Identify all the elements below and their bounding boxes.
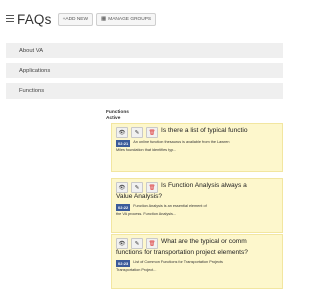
page-header: FAQs +ADD NEW ▦ MANAGE GROUPS	[6, 10, 159, 28]
view-button[interactable]: 👁	[116, 238, 128, 249]
faq-answer-cont: Transportation Project...	[116, 267, 157, 272]
trash-icon: 🗑	[148, 240, 156, 247]
delete-button[interactable]: 🗑	[146, 182, 158, 193]
pencil-icon: ✎	[134, 184, 140, 191]
faq-card: 👁 ✎ 🗑 Is Function Analysis always a Valu…	[111, 178, 283, 233]
grid-icon: ▦	[101, 16, 107, 22]
faq-tag: 02:23	[116, 259, 131, 267]
faq-question[interactable]: Is there a list of typical functio	[161, 127, 248, 136]
group-about-va[interactable]: About VA	[6, 43, 283, 59]
view-button[interactable]: 👁	[116, 182, 128, 193]
add-new-label: +ADD NEW	[62, 16, 89, 22]
eye-icon: 👁	[118, 129, 126, 136]
trash-icon: 🗑	[148, 184, 156, 191]
group-list: About VA Applications Functions	[6, 43, 283, 104]
trash-icon: 🗑	[148, 129, 156, 136]
faq-question[interactable]: Is Function Analysis always a	[161, 182, 247, 191]
faq-tag: 02:21	[116, 140, 131, 147]
faq-answer: Function Analysis is an essential elemen…	[133, 203, 207, 208]
faq-answer: List of Common Functions for Transportat…	[133, 259, 223, 264]
faq-question-cont[interactable]: Value Analysis?	[112, 193, 282, 202]
edit-button[interactable]: ✎	[131, 127, 143, 138]
eye-icon: 👁	[118, 184, 126, 191]
group-label: Functions	[19, 88, 45, 94]
manage-groups-label: MANAGE GROUPS	[108, 16, 152, 22]
add-new-button[interactable]: +ADD NEW	[57, 12, 94, 26]
group-label: Applications	[19, 67, 51, 74]
faq-answer: An online function thesaurus is availabl…	[133, 140, 230, 144]
edit-button[interactable]: ✎	[131, 238, 143, 249]
pencil-icon: ✎	[134, 129, 140, 136]
group-label: About VA	[19, 47, 44, 54]
faq-card: 👁 ✎ 🗑 What are the typical or comm funct…	[111, 234, 283, 289]
view-button[interactable]: 👁	[116, 127, 128, 138]
panel-status: Active	[106, 116, 121, 121]
faq-question[interactable]: What are the typical or comm	[161, 238, 247, 247]
faq-answer-cont: the VA process. Function Analysis...	[116, 211, 177, 216]
faq-tag: 02:22	[116, 203, 131, 211]
pencil-icon: ✎	[134, 240, 140, 247]
group-functions[interactable]: Functions	[6, 83, 283, 100]
faq-question-cont[interactable]: functions for transportation project ele…	[112, 249, 282, 258]
manage-groups-button[interactable]: ▦ MANAGE GROUPS	[96, 12, 157, 26]
faq-card: 👁 ✎ 🗑 Is there a list of typical functio…	[111, 123, 283, 172]
menu-icon[interactable]	[6, 15, 14, 23]
delete-button[interactable]: 🗑	[146, 127, 158, 138]
faq-answer-cont: Miles foundation that identifies typ...	[116, 148, 177, 152]
delete-button[interactable]: 🗑	[146, 238, 158, 249]
edit-button[interactable]: ✎	[131, 182, 143, 193]
group-applications[interactable]: Applications	[6, 63, 283, 79]
page-title: FAQs	[17, 11, 52, 27]
eye-icon: 👁	[118, 240, 126, 247]
